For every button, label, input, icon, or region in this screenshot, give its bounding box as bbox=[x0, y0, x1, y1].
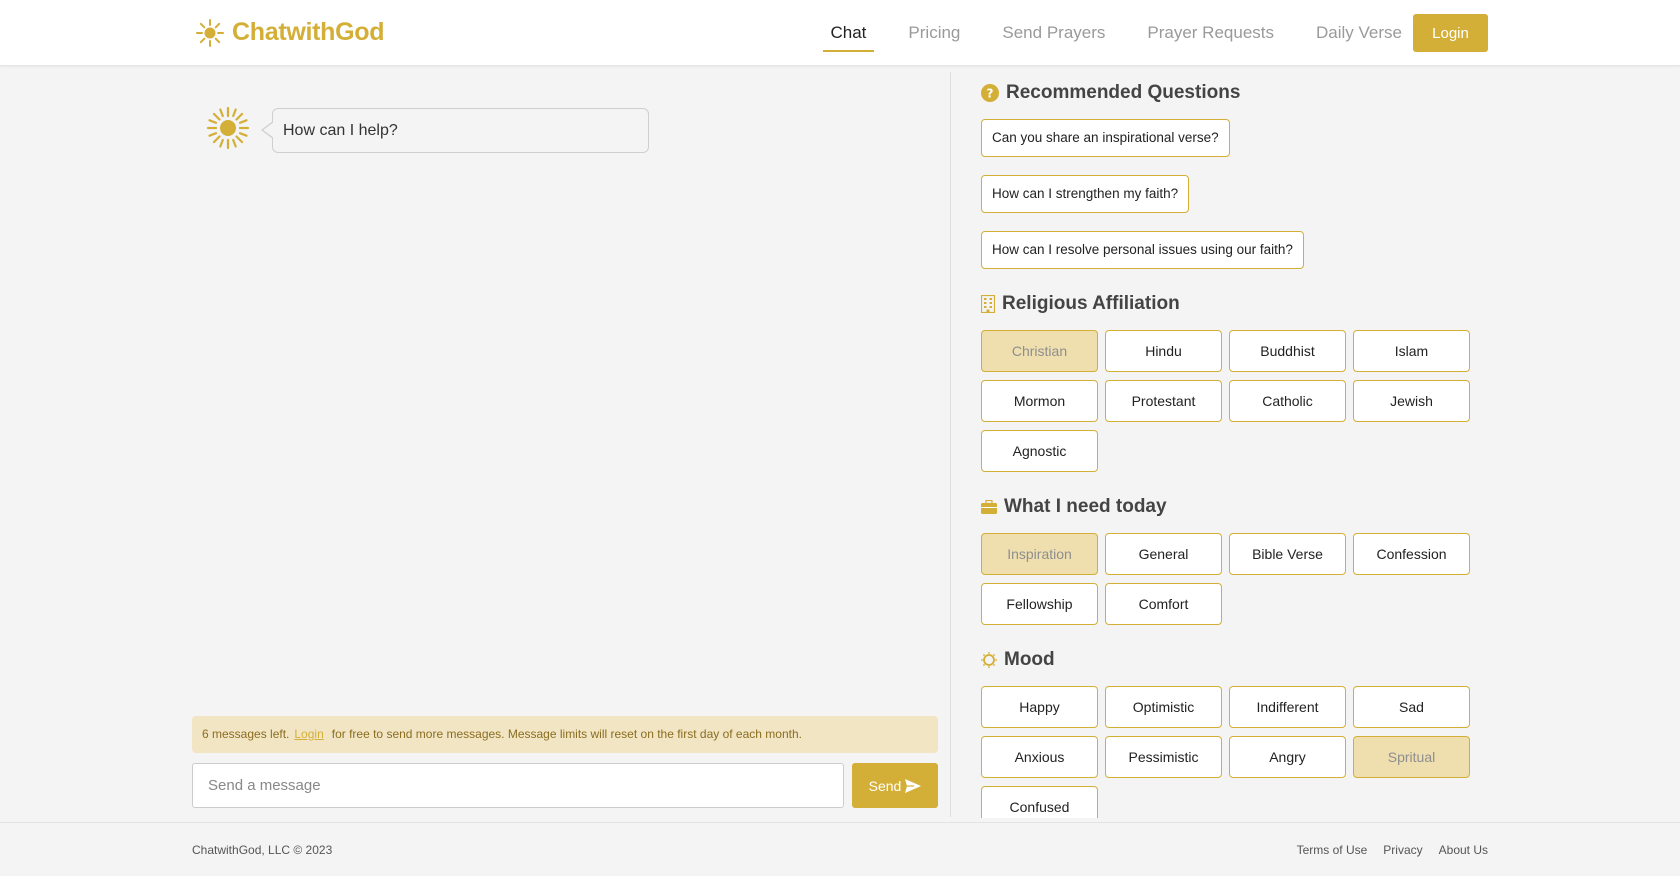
need-option-inspiration[interactable]: Inspiration bbox=[981, 533, 1098, 575]
chat-panel: How can I help? 6 messages left. Login for… bbox=[0, 66, 950, 818]
recommended-questions-title: Recommended Questions bbox=[1006, 82, 1241, 103]
mood-option-spritual[interactable]: Spritual bbox=[1353, 736, 1470, 778]
message-input[interactable] bbox=[192, 763, 844, 808]
recommended-question-2[interactable]: How can I strengthen my faith? bbox=[981, 175, 1190, 213]
mood-option-indifferent[interactable]: Indifferent bbox=[1229, 686, 1346, 728]
nav-chat[interactable]: Chat bbox=[822, 0, 875, 66]
religious-affiliation-title: Religious Affiliation bbox=[1002, 293, 1180, 314]
panel-divider bbox=[950, 72, 951, 817]
footer-links: Terms of Use Privacy About Us bbox=[1281, 843, 1488, 857]
mood-option-sad[interactable]: Sad bbox=[1353, 686, 1470, 728]
question-circle-icon: ? bbox=[981, 84, 999, 102]
footer-link-privacy[interactable]: Privacy bbox=[1383, 843, 1422, 857]
brand-logo[interactable]: ChatwithGod bbox=[196, 18, 385, 47]
mood-option-confused[interactable]: Confused bbox=[981, 786, 1098, 818]
religious-affiliation-heading: Religious Affiliation bbox=[981, 293, 1180, 315]
mood-option-angry[interactable]: Angry bbox=[1229, 736, 1346, 778]
footer-link-about[interactable]: About Us bbox=[1439, 843, 1488, 857]
copyright-text: ChatwithGod, LLC © 2023 bbox=[192, 843, 333, 857]
nav-daily-verse[interactable]: Daily Verse bbox=[1308, 0, 1410, 66]
religion-option-mormon[interactable]: Mormon bbox=[981, 380, 1098, 422]
religion-option-protestant[interactable]: Protestant bbox=[1105, 380, 1222, 422]
recommended-questions-heading: ? Recommended Questions bbox=[981, 82, 1240, 104]
limit-login-link[interactable]: Login bbox=[294, 727, 323, 741]
header: ChatwithGod Chat Pricing Send Prayers Pr… bbox=[0, 0, 1680, 66]
limit-notice-suffix: for free to send more messages. Message … bbox=[331, 727, 802, 741]
brand-name: ChatwithGod bbox=[232, 18, 385, 46]
limit-notice-prefix: 6 messages left. bbox=[202, 727, 290, 741]
nav-send-prayers[interactable]: Send Prayers bbox=[994, 0, 1113, 66]
what-i-need-heading: What I need today bbox=[981, 496, 1167, 518]
mood-option-happy[interactable]: Happy bbox=[981, 686, 1098, 728]
need-option-fellowship[interactable]: Fellowship bbox=[981, 583, 1098, 625]
nav-pricing[interactable]: Pricing bbox=[900, 0, 968, 66]
bot-message-bubble: How can I help? bbox=[261, 108, 649, 153]
need-option-bible-verse[interactable]: Bible Verse bbox=[1229, 533, 1346, 575]
religion-option-islam[interactable]: Islam bbox=[1353, 330, 1470, 372]
mood-option-optimistic[interactable]: Optimistic bbox=[1105, 686, 1222, 728]
briefcase-icon bbox=[981, 500, 997, 514]
mood-option-pessimistic[interactable]: Pessimistic bbox=[1105, 736, 1222, 778]
religion-option-agnostic[interactable]: Agnostic bbox=[981, 430, 1098, 472]
what-i-need-title: What I need today bbox=[1004, 496, 1167, 517]
sun-icon bbox=[196, 18, 224, 47]
main-nav: Chat Pricing Send Prayers Prayer Request… bbox=[797, 0, 1411, 66]
mood-title: Mood bbox=[1004, 649, 1055, 670]
sun-outline-icon bbox=[981, 652, 997, 668]
recommended-question-1[interactable]: Can you share an inspirational verse? bbox=[981, 119, 1230, 157]
need-option-general[interactable]: General bbox=[1105, 533, 1222, 575]
mood-option-anxious[interactable]: Anxious bbox=[981, 736, 1098, 778]
need-option-confession[interactable]: Confession bbox=[1353, 533, 1470, 575]
send-button-label: Send bbox=[868, 777, 902, 794]
religion-option-christian[interactable]: Christian bbox=[981, 330, 1098, 372]
send-button[interactable]: Send bbox=[852, 763, 938, 808]
need-option-comfort[interactable]: Comfort bbox=[1105, 583, 1222, 625]
building-icon bbox=[981, 295, 995, 313]
footer: ChatwithGod, LLC © 2023 Terms of Use Pri… bbox=[0, 822, 1680, 876]
religion-option-catholic[interactable]: Catholic bbox=[1229, 380, 1346, 422]
religion-option-hindu[interactable]: Hindu bbox=[1105, 330, 1222, 372]
religion-option-buddhist[interactable]: Buddhist bbox=[1229, 330, 1346, 372]
bot-sun-avatar-icon bbox=[206, 106, 250, 150]
login-button[interactable]: Login bbox=[1413, 14, 1488, 52]
options-sidebar: ? Recommended Questions Can you share an… bbox=[981, 66, 1501, 818]
mood-heading: Mood bbox=[981, 649, 1055, 671]
footer-link-terms[interactable]: Terms of Use bbox=[1297, 843, 1368, 857]
svg-text:?: ? bbox=[987, 87, 994, 101]
message-limit-notice: 6 messages left. Login for free to send mo… bbox=[192, 716, 938, 753]
paper-plane-icon bbox=[905, 778, 922, 793]
recommended-question-3[interactable]: How can I resolve personal issues using … bbox=[981, 231, 1304, 269]
religion-option-jewish[interactable]: Jewish bbox=[1353, 380, 1470, 422]
nav-prayer-requests[interactable]: Prayer Requests bbox=[1139, 0, 1282, 66]
